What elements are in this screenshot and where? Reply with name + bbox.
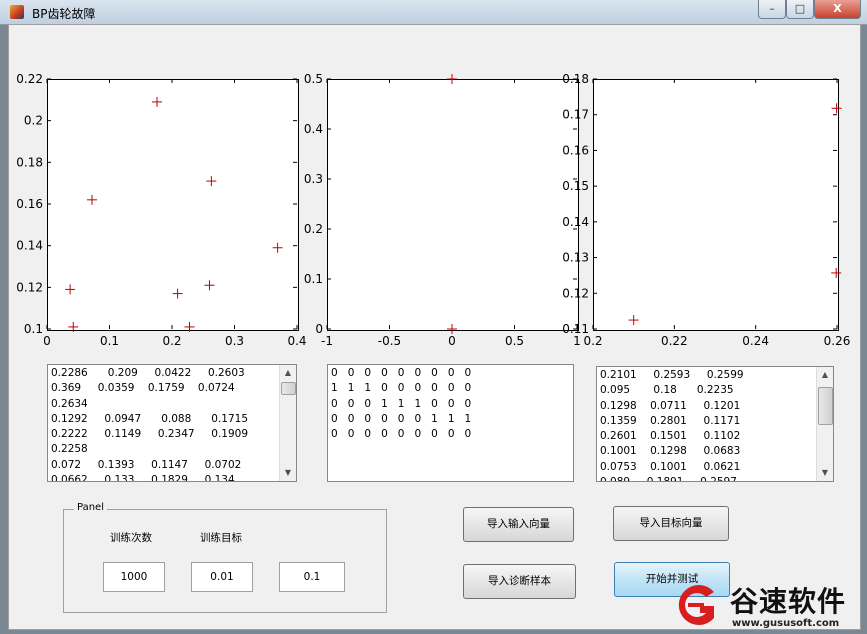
list-item[interactable]: 0.2258 [51, 442, 248, 457]
diagnosis-result-scrollbar[interactable]: ▲ ▼ [816, 367, 833, 481]
list-item[interactable]: 0.2601 0.1501 0.1102 [600, 429, 744, 444]
scroll-thumb[interactable] [281, 382, 296, 395]
list-item[interactable]: 0.2634 [51, 397, 248, 412]
scroll-up-arrow-icon[interactable]: ▲ [280, 365, 296, 381]
list-item[interactable]: 0.1001 0.1298 0.0683 [600, 444, 744, 459]
site-watermark: 谷速软件 www.gususoft.com [672, 578, 867, 634]
learning-rate-field[interactable]: 0.1 [279, 562, 345, 592]
list-item[interactable]: 0.2222 0.1149 0.2347 0.1909 [51, 427, 248, 442]
axes-diagnosis-scatter[interactable] [593, 79, 839, 331]
scroll-down-arrow-icon[interactable]: ▼ [280, 465, 296, 481]
list-item[interactable]: 0.095 0.18 0.2235 [600, 383, 744, 398]
title-bar: BP齿轮故障 – □ X [0, 0, 867, 25]
minimize-button[interactable]: – [758, 0, 786, 19]
list-item[interactable]: 0.072 0.1393 0.1147 0.0702 [51, 458, 248, 473]
diagnosis-result-listbox[interactable]: 0.2101 0.2593 0.2599 0.095 0.18 0.2235 0.1… [596, 366, 834, 482]
watermark-brand-name: 谷速软件 [730, 585, 847, 618]
import-diagnosis-sample-button[interactable]: 导入诊断样本 [463, 564, 576, 599]
matlab-app-icon [10, 5, 24, 19]
list-item[interactable]: 0.369 0.0359 0.1759 0.0724 [51, 381, 248, 396]
scroll-up-arrow-icon[interactable]: ▲ [817, 367, 833, 383]
input-vector-list-text: 0.2286 0.209 0.0422 0.2603 0.369 0.0359 0… [51, 366, 248, 481]
target-vector-list-text: 0 0 0 0 0 0 0 0 01 1 1 0 0 0 0 0 00 0 0 … [331, 366, 471, 442]
target-vector-listbox[interactable]: 0 0 0 0 0 0 0 0 01 1 1 0 0 0 0 0 00 0 0 … [327, 364, 574, 482]
list-item[interactable]: 0 0 0 0 0 0 0 0 0 [331, 427, 471, 442]
list-item[interactable]: 0.0662 0.133 0.1829 0.134 [51, 473, 248, 481]
list-item[interactable]: 0.2101 0.2593 0.2599 [600, 368, 744, 383]
import-target-vector-button[interactable]: 导入目标向量 [613, 506, 729, 541]
list-item[interactable]: 0.1298 0.0711 0.1201 [600, 399, 744, 414]
window-title: BP齿轮故障 [32, 7, 96, 21]
maximize-button[interactable]: □ [786, 0, 814, 19]
axes-target-scatter[interactable] [327, 79, 579, 331]
list-item[interactable]: 1 1 1 0 0 0 0 0 0 [331, 381, 471, 396]
scroll-thumb[interactable] [818, 387, 833, 425]
goal-label: 训练目标 [200, 532, 242, 544]
list-item[interactable]: 0 0 0 0 0 0 0 0 0 [331, 366, 471, 381]
close-button[interactable]: X [814, 0, 861, 19]
input-vector-scrollbar[interactable]: ▲ ▼ [279, 365, 296, 481]
watermark-url: www.gususoft.com [732, 618, 840, 629]
list-item[interactable]: 0 0 0 1 1 1 0 0 0 [331, 397, 471, 412]
list-item[interactable]: 0.1292 0.0947 0.088 0.1715 [51, 412, 248, 427]
diagnosis-result-list-text: 0.2101 0.2593 0.2599 0.095 0.18 0.2235 0.1… [600, 368, 744, 481]
training-panel: Panel 训练次数 训练目标 1000 0.01 0.1 [63, 502, 387, 613]
input-vector-listbox[interactable]: 0.2286 0.209 0.0422 0.2603 0.369 0.0359 0… [47, 364, 297, 482]
epochs-field[interactable]: 1000 [103, 562, 165, 592]
list-item[interactable]: 0.0753 0.1001 0.0621 [600, 460, 744, 475]
gususoft-logo-icon [678, 585, 714, 625]
list-item[interactable]: 0.1359 0.2801 0.1171 [600, 414, 744, 429]
panel-title: Panel [74, 502, 107, 513]
goal-field[interactable]: 0.01 [191, 562, 253, 592]
epochs-label: 训练次数 [110, 532, 152, 544]
scroll-down-arrow-icon[interactable]: ▼ [817, 465, 833, 481]
import-input-vector-button[interactable]: 导入输入向量 [463, 507, 574, 542]
figure-client-area: 0.2286 0.209 0.0422 0.2603 0.369 0.0359 0… [8, 24, 861, 630]
list-item[interactable]: 0.2286 0.209 0.0422 0.2603 [51, 366, 248, 381]
list-item[interactable]: 0 0 0 0 0 0 1 1 1 [331, 412, 471, 427]
list-item[interactable]: 0.089 0.1891 0.2597 [600, 475, 744, 481]
